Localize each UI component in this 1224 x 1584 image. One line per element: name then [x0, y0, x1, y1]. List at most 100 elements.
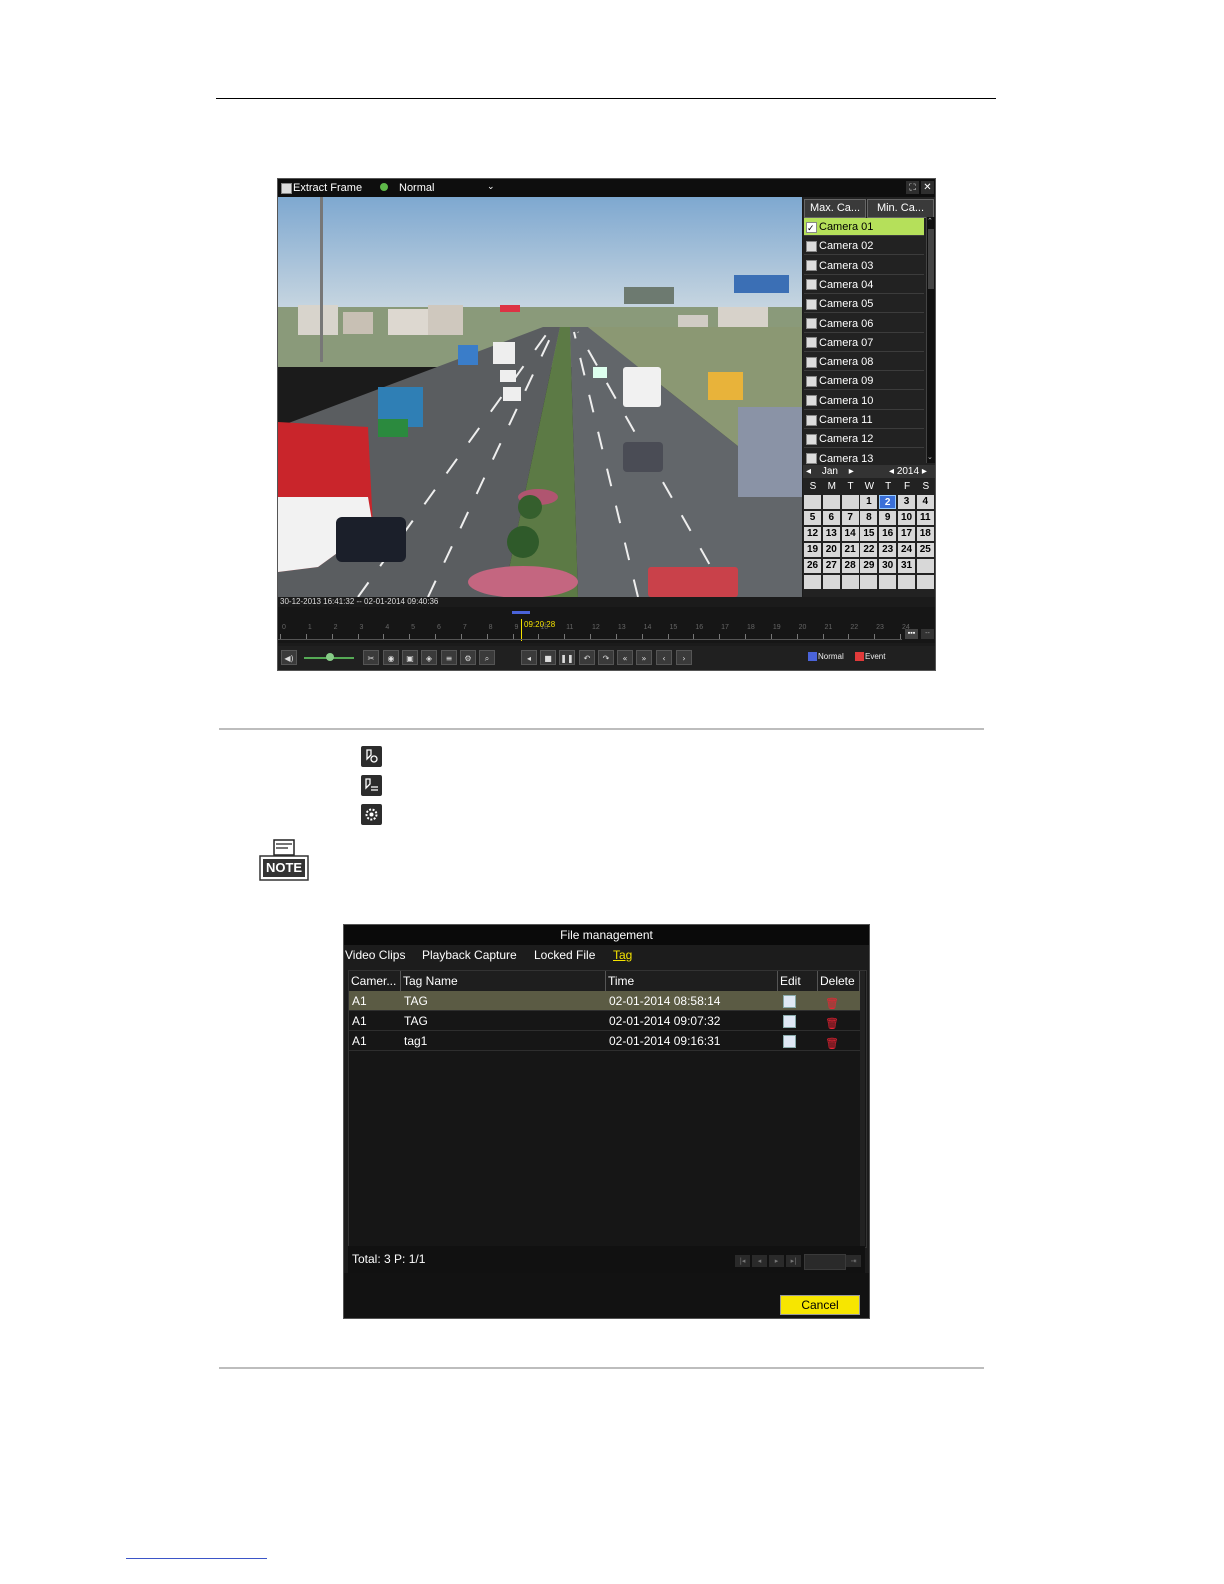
camera-list-item[interactable]: Camera 02: [804, 237, 924, 256]
calendar-day[interactable]: 12: [804, 527, 821, 541]
min-camera-tab[interactable]: Min. Ca...: [867, 199, 934, 218]
camera-list-item[interactable]: Camera 04: [804, 276, 924, 294]
camera-checkbox[interactable]: [806, 220, 817, 238]
next-page-icon[interactable]: ▸: [769, 1255, 784, 1267]
calendar-day[interactable]: [822, 495, 840, 509]
edit-icon[interactable]: [783, 1015, 796, 1028]
camera-checkbox[interactable]: [806, 298, 817, 310]
go-page-icon[interactable]: ⇥: [846, 1255, 861, 1267]
calendar-day[interactable]: 29: [860, 559, 878, 573]
close-icon[interactable]: ✕: [921, 181, 934, 194]
max-camera-tab[interactable]: Max. Ca...: [804, 199, 866, 218]
fullscreen-icon[interactable]: ⛶: [906, 181, 919, 194]
calendar-day[interactable]: 10: [898, 511, 915, 525]
tab-video-clips[interactable]: Video Clips: [345, 948, 405, 962]
camera-list-item[interactable]: Camera 08: [804, 353, 924, 372]
next-year-icon[interactable]: ▸: [922, 466, 927, 477]
page-input[interactable]: [804, 1254, 846, 1270]
calendar-day[interactable]: 17: [898, 527, 915, 541]
calendar-day[interactable]: 30: [879, 559, 897, 573]
calendar-day[interactable]: [841, 575, 859, 589]
calendar-day[interactable]: [822, 575, 840, 589]
calendar-day[interactable]: [860, 575, 878, 589]
digital-zoom-icon[interactable]: ⌕: [479, 650, 495, 665]
camera-list-item[interactable]: Camera 12: [804, 430, 924, 449]
add-default-tag-icon[interactable]: ◈: [421, 650, 437, 665]
calendar-day[interactable]: 25: [916, 543, 934, 557]
column-camera[interactable]: Camer...: [349, 971, 401, 991]
scroll-down-icon[interactable]: ⌄: [927, 453, 933, 461]
camera-list-item[interactable]: Camera 11: [804, 411, 924, 429]
calendar-day[interactable]: 13: [822, 527, 840, 541]
add-custom-tag-icon[interactable]: ≡: [441, 650, 457, 665]
last-page-icon[interactable]: ▸|: [786, 1255, 801, 1267]
camera-list-item[interactable]: Camera 07: [804, 334, 924, 352]
month-selector[interactable]: ◂ Jan ▸: [803, 465, 887, 478]
camera-checkbox[interactable]: [806, 240, 817, 252]
camera-list-scrollbar[interactable]: ⌃ ⌄: [926, 217, 935, 463]
prev-year-icon[interactable]: ◂: [889, 466, 894, 477]
camera-checkbox[interactable]: [806, 375, 817, 387]
camera-checkbox[interactable]: [806, 260, 817, 272]
camera-checkbox[interactable]: [806, 337, 817, 349]
lock-file-icon[interactable]: ▣: [402, 650, 418, 665]
camera-list-item[interactable]: Camera 06: [804, 315, 924, 333]
cancel-button[interactable]: Cancel: [780, 1295, 860, 1315]
scroll-up-icon[interactable]: ⌃: [927, 217, 933, 225]
calendar-day[interactable]: 14: [841, 527, 859, 541]
calendar-day[interactable]: 22: [860, 543, 878, 557]
pause-icon[interactable]: ❚❚: [559, 650, 575, 665]
camera-checkbox[interactable]: [806, 279, 817, 291]
skip-forward-icon[interactable]: ↷: [598, 650, 614, 665]
mode-dropdown[interactable]: Normal ⌄: [399, 181, 499, 194]
calendar-day[interactable]: [879, 575, 897, 589]
next-month-icon[interactable]: ▸: [849, 466, 854, 477]
calendar-day[interactable]: 7: [841, 511, 859, 525]
calendar-day[interactable]: [916, 559, 934, 573]
reverse-play-icon[interactable]: ◂: [521, 650, 537, 665]
calendar-day[interactable]: [804, 575, 821, 589]
scroll-thumb[interactable]: [928, 229, 934, 289]
camera-list-item[interactable]: Camera 10: [804, 392, 924, 410]
calendar-day[interactable]: 5: [804, 511, 821, 525]
calendar-day[interactable]: 3: [898, 495, 915, 509]
prev-month-icon[interactable]: ◂: [806, 466, 811, 477]
tag-management-icon[interactable]: ⚙: [460, 650, 476, 665]
timeline[interactable]: 09:20:28 0 1 2 3 4 5 6 7 8 9 10 11 12 13 14 15 16 17 18 19 2…: [278, 607, 935, 643]
calendar-day[interactable]: 2: [879, 495, 897, 509]
camera-list-item[interactable]: Camera 09: [804, 372, 924, 391]
calendar-day[interactable]: 9: [879, 511, 897, 525]
column-time[interactable]: Time: [606, 971, 778, 991]
volume-handle[interactable]: [326, 653, 334, 661]
skip-back-icon[interactable]: ↶: [579, 650, 595, 665]
zoom-out-timeline-button[interactable]: ‑‑: [921, 629, 934, 639]
stop-icon[interactable]: ■: [540, 650, 556, 665]
calendar-day[interactable]: 28: [841, 559, 859, 573]
calendar-day[interactable]: 16: [879, 527, 897, 541]
calendar-day[interactable]: 23: [879, 543, 897, 557]
column-tag-name[interactable]: Tag Name: [401, 971, 606, 991]
camera-checkbox[interactable]: [806, 433, 817, 445]
calendar-day[interactable]: 1: [860, 495, 878, 509]
camera-checkbox[interactable]: [806, 318, 817, 330]
fast-forward-icon[interactable]: »: [636, 650, 652, 665]
tab-locked-file[interactable]: Locked File: [534, 948, 595, 962]
extract-frame-checkbox[interactable]: [281, 182, 292, 194]
camera-checkbox[interactable]: [806, 453, 817, 465]
calendar-day[interactable]: 21: [841, 543, 859, 557]
calendar-day[interactable]: 4: [916, 495, 934, 509]
audio-icon[interactable]: ◀): [281, 650, 297, 665]
calendar-day[interactable]: 11: [916, 511, 934, 525]
capture-icon[interactable]: ◉: [383, 650, 399, 665]
tab-tag[interactable]: Tag: [613, 948, 632, 962]
edit-icon[interactable]: [783, 1035, 796, 1048]
camera-checkbox[interactable]: [806, 356, 817, 368]
year-selector[interactable]: ◂ 2014 ▸: [887, 465, 935, 478]
previous-day-icon[interactable]: ‹: [656, 650, 672, 665]
calendar-day[interactable]: [841, 495, 859, 509]
camera-list-item[interactable]: Camera 03: [804, 257, 924, 275]
calendar-day[interactable]: 6: [822, 511, 840, 525]
camera-list-item[interactable]: Camera 05: [804, 295, 924, 314]
table-row[interactable]: A1 tag1 02-01-2014 09:16:31 🗑: [349, 1031, 860, 1051]
tab-playback-capture[interactable]: Playback Capture: [422, 948, 517, 962]
